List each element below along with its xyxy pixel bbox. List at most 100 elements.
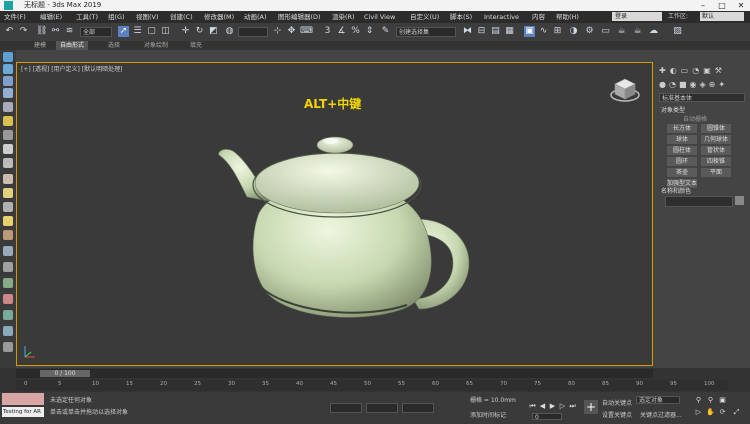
zoom-all-icon[interactable]: ⚲ — [706, 396, 715, 405]
helper-icon[interactable] — [3, 174, 13, 184]
previous-frame-icon[interactable]: ◀ — [538, 402, 547, 411]
geosphere-button[interactable]: 几何球体 — [701, 135, 731, 144]
tab-object-paint[interactable]: 对象绘制 — [144, 41, 168, 50]
field-of-view-icon[interactable]: ▷ — [694, 408, 703, 417]
play-icon[interactable]: ▶ — [548, 402, 557, 411]
menu-modifiers[interactable]: 修改器(M) — [204, 11, 234, 23]
torus-button[interactable]: 圆环 — [667, 157, 697, 166]
select-by-name-icon[interactable]: ☰ — [132, 26, 143, 37]
toggle-layer-explorer-icon[interactable]: ▦ — [504, 26, 515, 37]
light-filter-icon[interactable] — [3, 188, 13, 198]
move-icon[interactable]: ✛ — [180, 26, 191, 37]
menu-interactive[interactable]: Interactive — [484, 11, 519, 23]
workspace-select[interactable]: 默认 — [700, 12, 744, 21]
layer-icon[interactable] — [3, 76, 13, 86]
render-in-cloud-icon[interactable]: ☁ — [648, 26, 659, 37]
pivot-center-icon[interactable]: ⊹ — [272, 26, 283, 37]
sign-in-box[interactable]: 登录 — [612, 12, 662, 21]
xref-icon[interactable] — [3, 246, 13, 256]
zoom-icon[interactable]: ⚲ — [694, 396, 703, 405]
container-icon[interactable] — [3, 326, 13, 336]
create-selection-icon[interactable] — [3, 52, 13, 62]
scale-icon[interactable]: ◩ — [208, 26, 219, 37]
maxscript-listener[interactable] — [2, 393, 44, 405]
bone-icon[interactable] — [3, 202, 13, 212]
object-name-field[interactable] — [665, 196, 733, 207]
teapot-button[interactable]: 茶壶 — [667, 168, 697, 177]
menu-views[interactable]: 视图(V) — [136, 11, 159, 23]
material-editor-icon[interactable]: ◑ — [568, 26, 579, 37]
tab-populate[interactable]: 填充 — [190, 41, 202, 50]
angle-snap-icon[interactable]: ∡ — [336, 26, 347, 37]
align-icon[interactable]: ⊟ — [476, 26, 487, 37]
object-type-rollout[interactable]: 对象类型 — [661, 105, 685, 114]
cone-button[interactable]: 圆锥体 — [701, 124, 731, 133]
minimize-button[interactable]: – — [694, 0, 712, 11]
set-key-icon[interactable]: + — [584, 400, 598, 414]
object-color-swatch[interactable] — [735, 196, 744, 205]
menu-customize[interactable]: 自定义(U) — [410, 11, 439, 23]
menu-tools[interactable]: 工具(T) — [76, 11, 98, 23]
schematic-view-icon[interactable]: ⊞ — [552, 26, 563, 37]
go-to-end-icon[interactable]: ⏭ — [568, 402, 577, 411]
group-icon[interactable] — [3, 262, 13, 272]
spinner-snap-icon[interactable]: ⇕ — [364, 26, 375, 37]
zoom-extents-icon[interactable]: ▣ — [718, 396, 727, 405]
frozen-icon[interactable] — [3, 278, 13, 288]
menu-animation[interactable]: 动画(A) — [244, 11, 267, 23]
pyramid-button[interactable]: 四棱锥 — [701, 157, 731, 166]
x-coordinate-field[interactable] — [330, 403, 362, 413]
edit-named-selection-icon[interactable]: ✎ — [380, 26, 391, 37]
menu-graph-editors[interactable]: 图形编辑器(D) — [278, 11, 321, 23]
z-coordinate-field[interactable] — [402, 403, 434, 413]
selection-filter-select[interactable]: 全部 — [80, 27, 112, 37]
panel-tabs-icon[interactable]: ✚◐▭◔▣⚒ — [659, 66, 745, 76]
percent-snap-icon[interactable]: % — [350, 26, 361, 37]
teapot-model[interactable] — [207, 103, 487, 333]
toggle-scene-explorer-icon[interactable]: ▤ — [490, 26, 501, 37]
pinned-app-icon[interactable]: ▨ — [672, 26, 683, 37]
sort-icon[interactable] — [3, 102, 13, 112]
window-crossing-icon[interactable]: ◫ — [160, 26, 171, 37]
name-color-rollout[interactable]: 名称和颜色 — [661, 186, 691, 195]
primitive-category-select[interactable]: 标准基本体 — [659, 93, 745, 102]
auto-key-button[interactable]: 自动关键点 — [602, 398, 632, 407]
scene-explorer-icon[interactable] — [3, 64, 13, 74]
tab-freeform[interactable]: 自由形式 — [56, 41, 89, 50]
create-categories-icon[interactable]: ●◔■◉◈⊕✦ — [659, 80, 745, 90]
key-mode-select[interactable]: 选定对象 — [636, 396, 680, 404]
maximize-viewport-icon[interactable]: ⤢ — [732, 408, 741, 417]
set-key-button[interactable]: 设置关键点 — [602, 410, 632, 419]
keyboard-shortcut-icon[interactable]: ⌨ — [300, 26, 313, 37]
menu-file[interactable]: 文件(F) — [4, 11, 26, 23]
track-bar[interactable]: 0 5 10 15 20 25 30 35 40 45 50 55 60 65 … — [16, 380, 728, 391]
unlink-icon[interactable]: ⚯ — [50, 26, 61, 37]
toggle-ribbon-icon[interactable]: ▣ — [524, 26, 535, 37]
plane-button[interactable]: 平面 — [701, 168, 731, 177]
maximize-button[interactable]: □ — [713, 0, 731, 11]
select-manipulate-icon[interactable]: ✥ — [286, 26, 297, 37]
y-coordinate-field[interactable] — [366, 403, 398, 413]
particle-icon[interactable] — [3, 230, 13, 240]
maxscript-mini-listener[interactable]: Testing for AR — [2, 407, 44, 417]
link-icon[interactable]: ⛓ — [36, 26, 47, 37]
snaps-toggle-icon[interactable]: 3 — [322, 26, 333, 37]
menu-scripting[interactable]: 脚本(S) — [450, 11, 472, 23]
geometry-filter-icon[interactable] — [3, 144, 13, 154]
close-button[interactable]: ✕ — [732, 0, 750, 11]
rectangular-selection-icon[interactable]: ▢ — [146, 26, 157, 37]
curve-editor-icon[interactable]: ∿ — [538, 26, 549, 37]
viewport-label[interactable]: [+] [透视] [用户定义] [默认明暗处理] — [21, 64, 122, 73]
rotate-icon[interactable]: ↻ — [194, 26, 205, 37]
hidden-icon[interactable] — [3, 294, 13, 304]
orbit-icon[interactable]: ⟳ — [718, 408, 727, 417]
autogrid-checkbox[interactable]: 自动栅格 — [683, 114, 707, 123]
menu-civil-view[interactable]: Civil View — [364, 11, 395, 23]
cloud-icon[interactable] — [3, 310, 13, 320]
current-frame-field[interactable]: 0 — [532, 413, 562, 421]
render-setup-icon[interactable]: ⚙ — [584, 26, 595, 37]
rendered-frame-window-icon[interactable]: ▭ — [600, 26, 611, 37]
menu-group[interactable]: 组(G) — [108, 11, 125, 23]
tab-selection[interactable]: 选择 — [108, 41, 120, 50]
box-button[interactable]: 长方体 — [667, 124, 697, 133]
